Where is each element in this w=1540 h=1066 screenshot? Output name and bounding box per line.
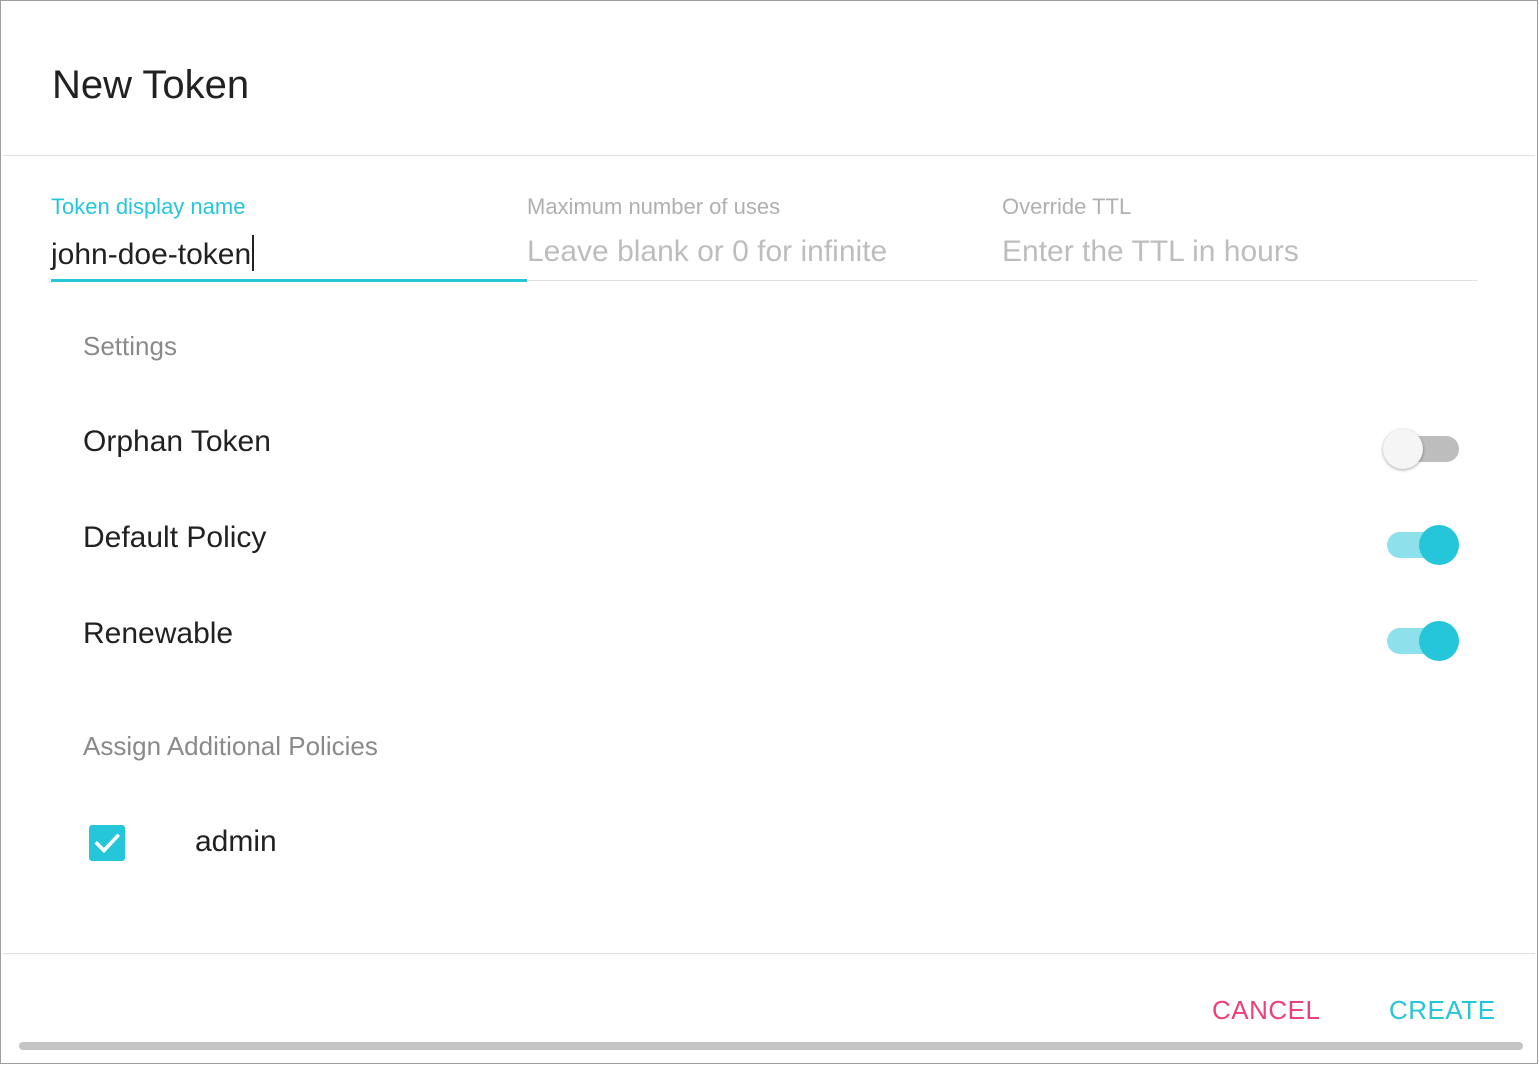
header-divider [3, 155, 1535, 156]
renewable-toggle[interactable] [1383, 619, 1463, 663]
horizontal-scrollbar[interactable] [19, 1042, 1523, 1050]
token-display-name-field[interactable]: Token display name john-doe-token [51, 189, 527, 283]
max-uses-underline [527, 280, 1002, 281]
max-uses-input[interactable]: Leave blank or 0 for infinite [527, 235, 887, 269]
max-uses-label: Maximum number of uses [527, 194, 781, 219]
admin-checkbox[interactable] [89, 825, 125, 861]
admin-policy-label: admin [195, 825, 277, 858]
policy-item-admin[interactable]: admin [83, 813, 483, 877]
default-policy-label: Default Policy [83, 521, 267, 554]
footer-divider [3, 953, 1535, 954]
cancel-button[interactable]: CANCEL [1212, 995, 1320, 1026]
token-display-name-input[interactable]: john-doe-token [51, 235, 255, 272]
settings-heading: Settings [83, 331, 177, 361]
orphan-token-label: Orphan Token [83, 425, 271, 458]
override-ttl-label: Override TTL [1002, 194, 1132, 219]
orphan-token-row: Orphan Token [83, 413, 1463, 473]
create-button[interactable]: CREATE [1389, 995, 1496, 1026]
max-uses-field[interactable]: Maximum number of uses Leave blank or 0 … [527, 189, 1002, 283]
toggle-thumb [1419, 525, 1459, 565]
toggle-thumb [1419, 621, 1459, 661]
checkmark-icon [94, 833, 121, 854]
override-ttl-input[interactable]: Enter the TTL in hours [1002, 235, 1299, 269]
orphan-token-toggle[interactable] [1383, 427, 1463, 471]
renewable-label: Renewable [83, 617, 234, 650]
default-policy-row: Default Policy [83, 509, 1463, 569]
renewable-row: Renewable [83, 605, 1463, 665]
text-caret [252, 235, 255, 271]
default-policy-toggle[interactable] [1383, 523, 1463, 567]
token-display-name-label: Token display name [51, 194, 246, 219]
override-ttl-underline [1002, 280, 1477, 281]
toggle-thumb [1383, 429, 1423, 469]
new-token-dialog: New Token Token display name john-doe-to… [0, 0, 1538, 1064]
token-display-name-underline [51, 279, 527, 282]
dialog-title: New Token [52, 63, 250, 107]
override-ttl-field[interactable]: Override TTL Enter the TTL in hours [1002, 189, 1477, 283]
assign-policies-heading: Assign Additional Policies [83, 731, 378, 761]
token-display-name-value: john-doe-token [51, 238, 252, 271]
